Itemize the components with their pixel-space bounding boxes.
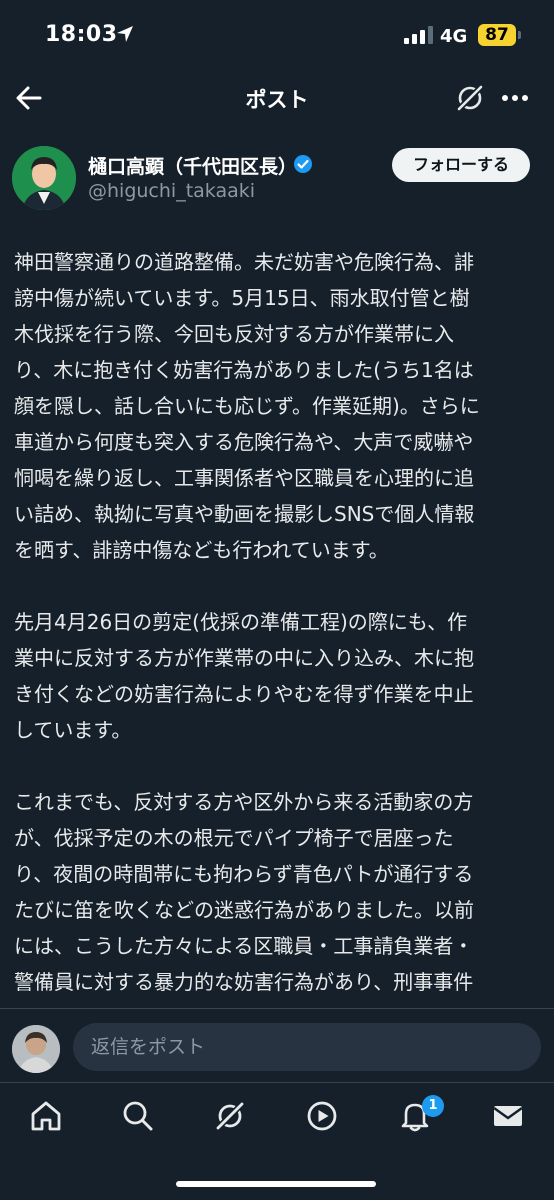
location-arrow-icon xyxy=(117,26,133,42)
video-play-icon[interactable] xyxy=(305,1099,339,1133)
status-bar: 18:03 4G 87 xyxy=(0,0,554,70)
notifications-badge: 1 xyxy=(422,1095,444,1117)
avatar-portrait xyxy=(12,146,76,210)
messages-envelope-icon[interactable] xyxy=(491,1099,525,1133)
post-text: 神田警察通りの道路整備。未だ妨害や危険行為、誹 謗中傷が続いています。5月15日… xyxy=(14,244,544,1014)
post-paragraph: これまでも、反対する方や区外から来る活動家の方 が、伐採予定の木の根元でパイプ椅… xyxy=(14,790,474,1014)
post-paragraph: 神田警察通りの道路整備。未だ妨害や危険行為、誹 謗中傷が続いています。5月15日… xyxy=(14,250,480,562)
cellular-signal-icon xyxy=(404,26,433,44)
follow-button[interactable]: フォローする xyxy=(392,148,530,182)
post-header: ポスト xyxy=(0,70,554,126)
reply-input[interactable]: 返信をポスト xyxy=(73,1023,541,1071)
home-indicator[interactable] xyxy=(176,1181,376,1187)
post-paragraph: 先月4月26日の剪定(伐採の準備工程)の際にも、作 業中に反対する方が作業帯の中… xyxy=(14,610,474,742)
user-avatar-photo xyxy=(12,1025,60,1073)
verified-badge-icon xyxy=(294,155,312,173)
bottom-tab-bar: 1 xyxy=(0,1082,554,1200)
more-options-icon[interactable] xyxy=(500,84,530,112)
battery-level: 87 xyxy=(478,24,516,46)
search-icon[interactable] xyxy=(121,1099,155,1133)
author-avatar[interactable] xyxy=(12,146,76,210)
grok-tab-icon[interactable] xyxy=(213,1099,247,1133)
battery-cap xyxy=(518,31,521,39)
author-name[interactable]: 樋口高顕（千代田区長） xyxy=(88,152,297,179)
network-type: 4G xyxy=(440,26,468,47)
home-icon[interactable] xyxy=(29,1099,63,1133)
reply-bar: 返信をポスト xyxy=(0,1008,554,1083)
status-time: 18:03 xyxy=(45,22,118,47)
author-handle[interactable]: @higuchi_takaaki xyxy=(88,180,255,202)
user-avatar[interactable] xyxy=(12,1025,60,1073)
grok-icon[interactable] xyxy=(454,82,486,114)
